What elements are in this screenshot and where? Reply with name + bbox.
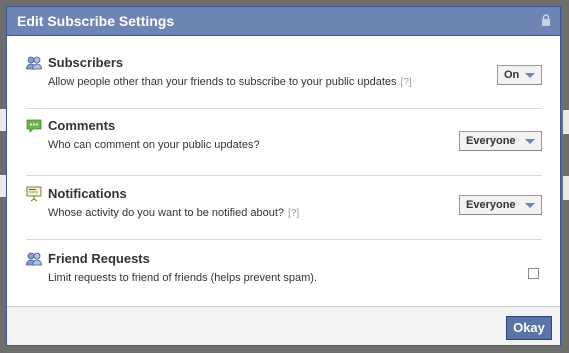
notifications-dropdown[interactable]: Everyone xyxy=(459,195,542,215)
dialog-titlebar: Edit Subscribe Settings xyxy=(7,7,560,36)
subscribers-icon xyxy=(26,56,42,70)
dialog-content: Subscribers Allow people other than your… xyxy=(7,36,560,306)
comments-icon xyxy=(26,119,42,133)
notifications-help-link[interactable]: [?] xyxy=(288,208,299,219)
chevron-down-icon xyxy=(525,73,535,78)
subscribers-title: Subscribers xyxy=(48,55,124,70)
dialog-footer: Okay xyxy=(7,306,560,345)
notifications-dropdown-value: Everyone xyxy=(466,199,516,211)
notifications-description-text: Whose activity do you want to be notifie… xyxy=(48,207,285,219)
friend-requests-checkbox[interactable] xyxy=(528,268,539,279)
chevron-down-icon xyxy=(525,139,535,144)
edit-subscribe-settings-dialog: Edit Subscribe Settings Subscribers Allo… xyxy=(6,6,561,346)
subscribers-dropdown[interactable]: On xyxy=(497,65,542,85)
lock-icon xyxy=(542,14,550,26)
dialog-title: Edit Subscribe Settings xyxy=(17,13,175,29)
subscribers-dropdown-value: On xyxy=(504,69,520,81)
subscribers-help-link[interactable]: [?] xyxy=(401,77,412,88)
subscribers-setting-row: Subscribers Allow people other than your… xyxy=(26,55,542,109)
comments-title: Comments xyxy=(48,118,116,133)
okay-button[interactable]: Okay xyxy=(506,316,552,340)
chevron-down-icon xyxy=(525,203,535,208)
notifications-description: Whose activity do you want to be notifie… xyxy=(48,207,299,219)
comments-dropdown-value: Everyone xyxy=(466,135,516,147)
comments-dropdown[interactable]: Everyone xyxy=(459,131,542,151)
subscribers-description: Allow people other than your friends to … xyxy=(48,76,412,88)
friend-requests-icon xyxy=(26,252,42,266)
comments-description: Who can comment on your public updates? xyxy=(48,139,260,151)
background-page-fragment xyxy=(563,110,569,134)
notifications-title: Notifications xyxy=(48,186,127,201)
notifications-icon xyxy=(26,186,42,202)
comments-setting-row: Comments Who can comment on your public … xyxy=(26,118,542,176)
subscribers-description-text: Allow people other than your friends to … xyxy=(48,76,397,88)
friend-requests-description: Limit requests to friend of friends (hel… xyxy=(48,272,318,284)
background-page-fragment xyxy=(563,176,569,200)
friend-requests-title: Friend Requests xyxy=(48,251,150,266)
notifications-setting-row: Notifications Whose activity do you want… xyxy=(26,186,542,240)
friend-requests-setting-row: Friend Requests Limit requests to friend… xyxy=(26,251,542,301)
